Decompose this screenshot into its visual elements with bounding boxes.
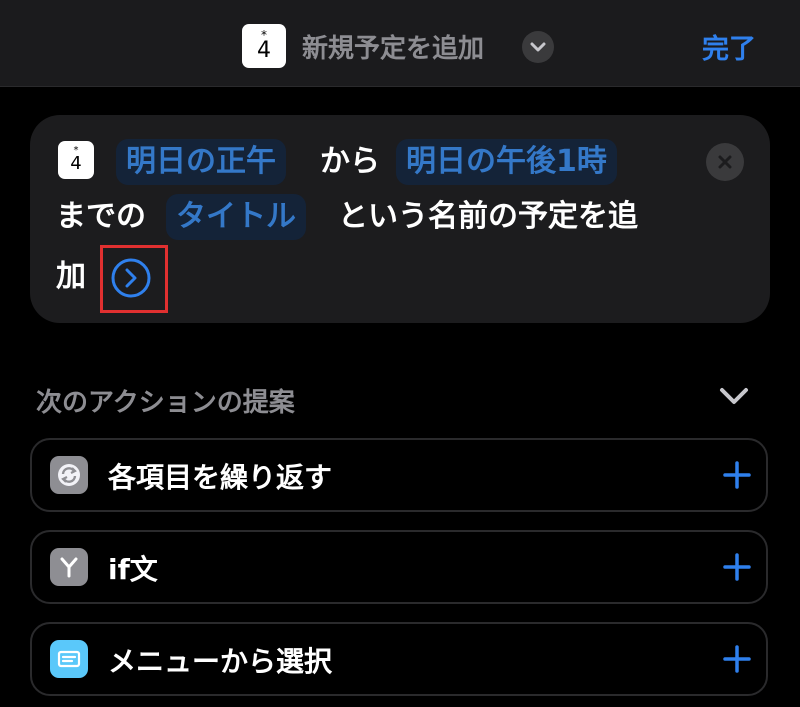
suggestion-row-repeat[interactable]: 各項目を繰り返す	[30, 438, 768, 512]
remove-action-button[interactable]	[706, 143, 744, 181]
chevron-right-circle-icon	[111, 258, 151, 298]
suggestions-heading: 次のアクションの提案	[36, 388, 295, 418]
calendar-icon: * 4	[58, 141, 94, 179]
end-date-token[interactable]: 明日の午後1時	[396, 139, 617, 185]
plus-icon[interactable]	[722, 460, 752, 490]
chevron-down-icon	[530, 42, 546, 52]
add-text: 加	[56, 259, 86, 294]
expand-options-button[interactable]	[110, 257, 152, 299]
menu-list-icon	[50, 640, 88, 678]
action-title[interactable]: 新規予定を追加	[302, 28, 484, 65]
named-event-text: という名前の予定を追	[338, 199, 638, 234]
suggestion-label: 各項目を繰り返す	[108, 461, 333, 494]
suggestion-label: if文	[108, 553, 158, 586]
action-card: * 4 明日の正午 から 明日の午後1時 までの タイトル という名前の予定を追…	[30, 115, 770, 323]
chevron-down-icon[interactable]	[718, 386, 750, 406]
repeat-icon	[50, 456, 88, 494]
close-icon	[718, 155, 732, 169]
title-menu-button[interactable]	[522, 31, 554, 63]
title-token[interactable]: タイトル	[166, 194, 306, 240]
done-button[interactable]: 完了	[702, 27, 756, 66]
suggestion-label: メニューから選択	[108, 645, 333, 678]
suggestion-row-if[interactable]: if文	[30, 530, 768, 604]
branch-icon	[50, 548, 88, 586]
calendar-icon: * 4	[242, 24, 286, 68]
navigation-bar: * 4 新規予定を追加 完了	[0, 0, 800, 87]
plus-icon[interactable]	[722, 644, 752, 674]
plus-icon[interactable]	[722, 552, 752, 582]
suggestion-row-menu[interactable]: メニューから選択	[30, 622, 768, 696]
from-text: から	[320, 144, 380, 179]
until-text: までの	[56, 199, 146, 234]
start-date-token[interactable]: 明日の正午	[116, 139, 286, 185]
